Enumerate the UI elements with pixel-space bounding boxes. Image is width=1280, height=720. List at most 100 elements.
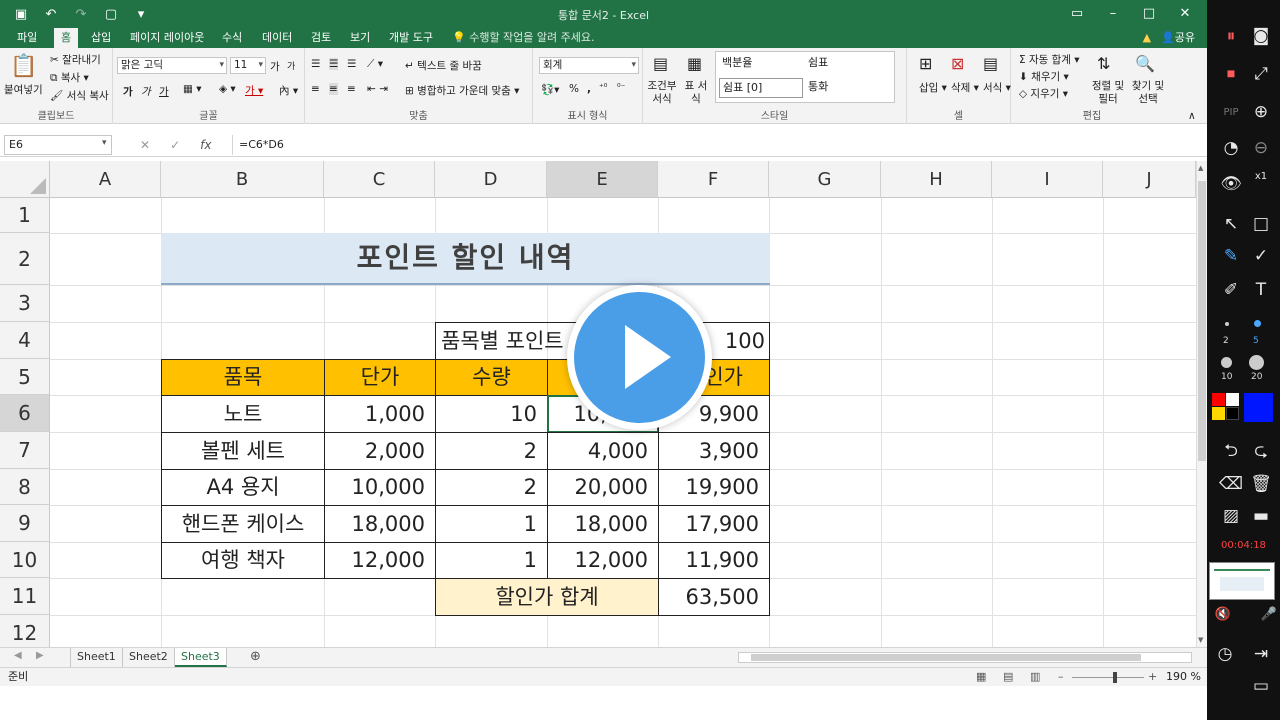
row-header[interactable]: 9: [0, 505, 50, 542]
row-header[interactable]: 10: [0, 542, 50, 578]
qty-cell[interactable]: 2: [435, 469, 548, 506]
row-header[interactable]: 7: [0, 432, 50, 469]
underline-button[interactable]: 가: [159, 84, 169, 99]
sort-filter-button[interactable]: 정렬 및 필터: [1091, 80, 1125, 106]
camera-icon[interactable]: ◙: [1247, 22, 1275, 50]
row-header[interactable]: 2: [0, 233, 50, 285]
autosum-button[interactable]: Σ 자동 합계 ▾: [1019, 52, 1080, 67]
page-break-view-icon[interactable]: ▥: [1030, 668, 1040, 686]
table-format-button[interactable]: 표 서식: [681, 80, 711, 106]
qty-cell[interactable]: 1: [435, 505, 548, 543]
paste-icon[interactable]: 📋: [10, 54, 37, 79]
tab-insert[interactable]: 삽입: [88, 28, 114, 48]
tab-developer[interactable]: 개발 도구: [386, 28, 436, 48]
format-cells-button[interactable]: 서식 ▾: [983, 80, 1011, 95]
share-button[interactable]: 👤공유: [1161, 28, 1195, 48]
tab-review[interactable]: 검토: [308, 28, 334, 48]
fill-color-icon[interactable]: ◈ ▾: [219, 83, 236, 95]
zoom-out-tool-icon[interactable]: ⊖: [1247, 134, 1275, 162]
blackboard-icon[interactable]: ▬: [1247, 502, 1275, 530]
conditional-format-button[interactable]: 조건부 서식: [647, 80, 677, 106]
close-icon[interactable]: ✕: [1167, 2, 1203, 24]
wrap-text-button[interactable]: ↵ 텍스트 줄 바꿈: [405, 58, 482, 73]
scroll-down-icon[interactable]: ▼: [1198, 636, 1203, 644]
fill-button[interactable]: ⬇ 채우기 ▾: [1019, 69, 1069, 84]
insert-cells-icon[interactable]: ⊞: [919, 54, 932, 73]
column-header[interactable]: G: [769, 161, 881, 198]
sheet-tab-3[interactable]: Sheet3: [175, 648, 227, 667]
style-comma[interactable]: 쉼표: [808, 54, 828, 72]
delete-cells-button[interactable]: 삭제 ▾: [951, 80, 979, 95]
tell-me-box[interactable]: 💡 수행할 작업을 알려 주세요.: [452, 28, 595, 48]
align-top-icon[interactable]: ☰: [311, 58, 320, 70]
decrease-decimal-icon[interactable]: ⁰⁻: [617, 83, 625, 93]
prev-sheet-icon[interactable]: ◀: [14, 650, 22, 661]
clock-icon[interactable]: ◷: [1211, 640, 1239, 668]
sort-filter-icon[interactable]: ⇅: [1097, 54, 1110, 73]
tab-file[interactable]: 파일: [14, 28, 40, 48]
italic-button[interactable]: 가: [141, 84, 151, 99]
highlighter-tool-icon[interactable]: ✐: [1217, 276, 1245, 304]
item-cell[interactable]: 볼펜 세트: [161, 432, 325, 470]
increase-decimal-icon[interactable]: ⁺⁰: [599, 83, 607, 93]
zoom-slider[interactable]: [1072, 677, 1144, 678]
percent-button[interactable]: %: [569, 83, 579, 95]
align-right-icon[interactable]: ≡: [347, 83, 356, 95]
zoom-out-icon[interactable]: –: [1058, 668, 1064, 686]
align-bottom-icon[interactable]: ☰: [347, 58, 356, 70]
total-value-cell[interactable]: 63,500: [658, 578, 770, 616]
row-header[interactable]: 4: [0, 322, 50, 359]
amount-cell[interactable]: 18,000: [547, 505, 659, 543]
table-format-icon[interactable]: ▦: [687, 54, 702, 73]
vertical-scrollbar[interactable]: ▲ ▼: [1196, 161, 1207, 647]
zoom-in-tool-icon[interactable]: ⊕: [1247, 98, 1275, 126]
pip-icon[interactable]: PIP: [1217, 98, 1245, 126]
sheet-tab-1[interactable]: Sheet1: [70, 648, 123, 667]
format-painter-button[interactable]: 🖌 서식 복사: [50, 88, 109, 103]
add-sheet-icon[interactable]: ⊕: [250, 649, 261, 664]
align-middle-icon[interactable]: ☰: [329, 58, 339, 70]
zoom-in-icon[interactable]: +: [1148, 668, 1157, 686]
copy-button[interactable]: ⧉ 복사 ▾: [50, 70, 89, 85]
column-header[interactable]: E: [547, 161, 658, 198]
pen-tool-icon[interactable]: ✎: [1217, 242, 1245, 270]
normal-view-icon[interactable]: ▦: [976, 668, 986, 686]
tab-home[interactable]: 홈: [54, 28, 79, 48]
borders-icon[interactable]: ▦ ▾: [183, 83, 202, 95]
collapse-ribbon-icon[interactable]: ∧: [1188, 110, 1196, 122]
rectangle-tool-icon[interactable]: □: [1247, 210, 1275, 238]
trash-icon[interactable]: 🗑: [1247, 470, 1275, 498]
sheet-tab-2[interactable]: Sheet2: [123, 648, 175, 667]
exit-icon[interactable]: ⇥: [1247, 640, 1275, 668]
price-cell[interactable]: 18,000: [324, 505, 436, 543]
pointer-tool-icon[interactable]: ↖: [1217, 210, 1245, 238]
discount-cell[interactable]: 19,900: [658, 469, 770, 506]
redo-draw-icon[interactable]: ⮎: [1247, 438, 1275, 466]
next-sheet-icon[interactable]: ▶: [36, 650, 44, 661]
column-header[interactable]: A: [50, 161, 161, 198]
size-dot-xlarge-icon[interactable]: [1249, 355, 1264, 370]
sheet-title[interactable]: 포인트 할인 내역: [161, 233, 770, 285]
name-box[interactable]: E6: [4, 135, 112, 155]
formula-input[interactable]: =C6*D6: [232, 135, 1193, 155]
undo-draw-icon[interactable]: ⮌: [1217, 438, 1245, 466]
item-cell[interactable]: A4 용지: [161, 469, 325, 506]
zoom-slider-handle[interactable]: [1113, 672, 1117, 683]
horizontal-scrollbar[interactable]: [738, 652, 1192, 663]
comma-style-icon[interactable]: ,: [587, 83, 591, 95]
align-left-icon[interactable]: ≡: [311, 83, 320, 95]
color-swatch-red[interactable]: [1212, 393, 1225, 406]
find-select-button[interactable]: 찾기 및 선택: [1129, 80, 1167, 106]
size-dot-large-icon[interactable]: [1221, 357, 1232, 368]
timer-icon[interactable]: ◔: [1217, 134, 1245, 162]
insert-function-icon[interactable]: fx: [200, 135, 211, 155]
format-cells-icon[interactable]: ▤: [983, 54, 998, 73]
minimize-icon[interactable]: –: [1095, 2, 1131, 24]
price-cell[interactable]: 1,000: [324, 395, 436, 433]
mute-icon[interactable]: 🔇: [1209, 600, 1237, 628]
window-switch-icon[interactable]: ▭: [1247, 672, 1275, 700]
item-cell[interactable]: 여행 책자: [161, 542, 325, 579]
clear-button[interactable]: ◇ 지우기 ▾: [1019, 86, 1068, 101]
row-header[interactable]: 3: [0, 285, 50, 322]
row-header[interactable]: 12: [0, 615, 50, 647]
